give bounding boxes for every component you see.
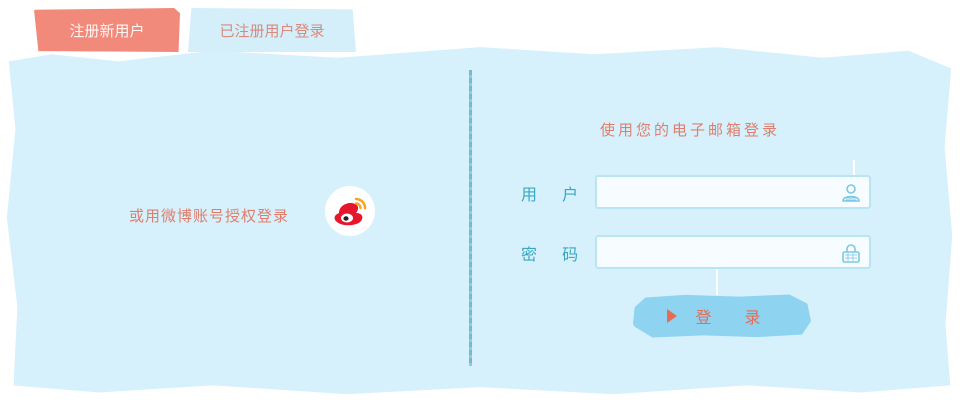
username-field[interactable] (595, 175, 871, 209)
play-icon (667, 309, 678, 323)
tab-login-label: 已注册用户登录 (219, 21, 325, 40)
lock-icon (842, 244, 860, 263)
panel-divider (469, 70, 472, 366)
tab-register-label: 注册新用户 (69, 21, 145, 40)
weibo-login-text: 或用微博账号授权登录 (129, 207, 290, 225)
tab-register[interactable]: 注册新用户 (34, 8, 180, 52)
user-icon (842, 184, 860, 202)
username-label: 用 户 (521, 185, 589, 204)
tab-login[interactable]: 已注册用户登录 (188, 8, 356, 52)
weibo-login-button[interactable] (325, 186, 375, 236)
connector-line (853, 160, 855, 175)
connector-line (716, 269, 718, 295)
password-label: 密 码 (521, 245, 589, 264)
username-input[interactable] (597, 177, 833, 207)
password-input[interactable] (597, 237, 833, 267)
weibo-icon (334, 197, 367, 226)
login-button[interactable]: 登 录 (632, 294, 811, 338)
password-field[interactable] (595, 235, 871, 269)
email-login-title: 使用您的电子邮箱登录 (600, 121, 781, 139)
login-button-label: 登 录 (695, 308, 775, 327)
